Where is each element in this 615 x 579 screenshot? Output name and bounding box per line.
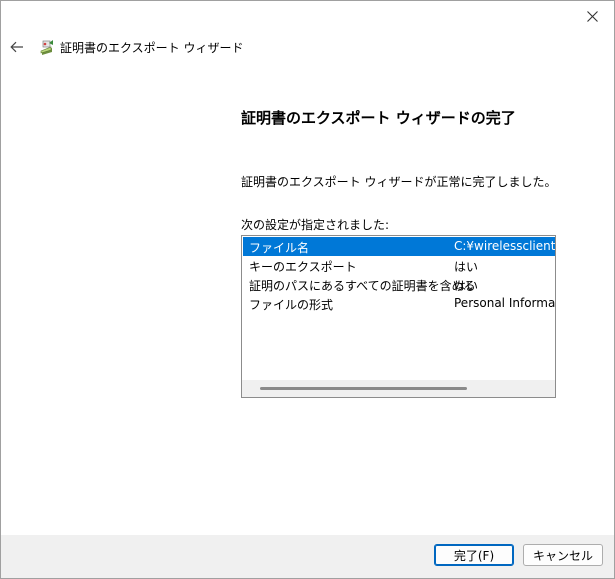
- wizard-footer: 完了(F) キャンセル: [1, 535, 614, 578]
- setting-value: はい: [454, 279, 479, 293]
- finish-button[interactable]: 完了(F): [434, 544, 514, 566]
- completion-message: 証明書のエクスポート ウィザードが正常に完了しました。: [241, 175, 557, 189]
- scrollbar-thumb[interactable]: [260, 387, 467, 390]
- back-button[interactable]: [9, 39, 25, 55]
- settings-label: 次の設定が指定されました:: [241, 218, 390, 232]
- setting-name: ファイルの形式: [249, 298, 334, 312]
- setting-value: Personal Informatic: [454, 296, 555, 310]
- setting-name: 証明のパスにあるすべての証明書を含める: [249, 279, 476, 293]
- horizontal-scrollbar[interactable]: [242, 380, 555, 397]
- setting-name: ファイル名: [249, 241, 310, 255]
- close-icon: [586, 10, 598, 22]
- settings-list[interactable]: ファイル名 C:¥wirelessclient.pf キーのエクスポート はい …: [241, 235, 556, 398]
- settings-row-filename[interactable]: ファイル名 C:¥wirelessclient.pf: [243, 237, 555, 256]
- setting-value: C:¥wirelessclient.pf: [454, 239, 555, 253]
- back-arrow-icon: [10, 41, 23, 53]
- certificate-export-wizard-window: 証明書のエクスポート ウィザード 証明書のエクスポート ウィザードの完了 証明書…: [0, 0, 615, 579]
- setting-value: はい: [454, 260, 479, 274]
- cancel-button[interactable]: キャンセル: [523, 544, 603, 566]
- settings-row-include-chain[interactable]: 証明のパスにあるすべての証明書を含める はい: [243, 275, 555, 294]
- wizard-title: 証明書のエクスポート ウィザード: [60, 40, 244, 55]
- setting-name: キーのエクスポート: [249, 260, 357, 274]
- certificate-wizard-icon: [39, 39, 55, 55]
- settings-row-export-key[interactable]: キーのエクスポート はい: [243, 256, 555, 275]
- page-title: 証明書のエクスポート ウィザードの完了: [241, 109, 516, 127]
- close-button[interactable]: [570, 1, 614, 31]
- settings-row-file-format[interactable]: ファイルの形式 Personal Informatic: [243, 294, 555, 313]
- wizard-header: 証明書のエクスポート ウィザード: [9, 37, 243, 57]
